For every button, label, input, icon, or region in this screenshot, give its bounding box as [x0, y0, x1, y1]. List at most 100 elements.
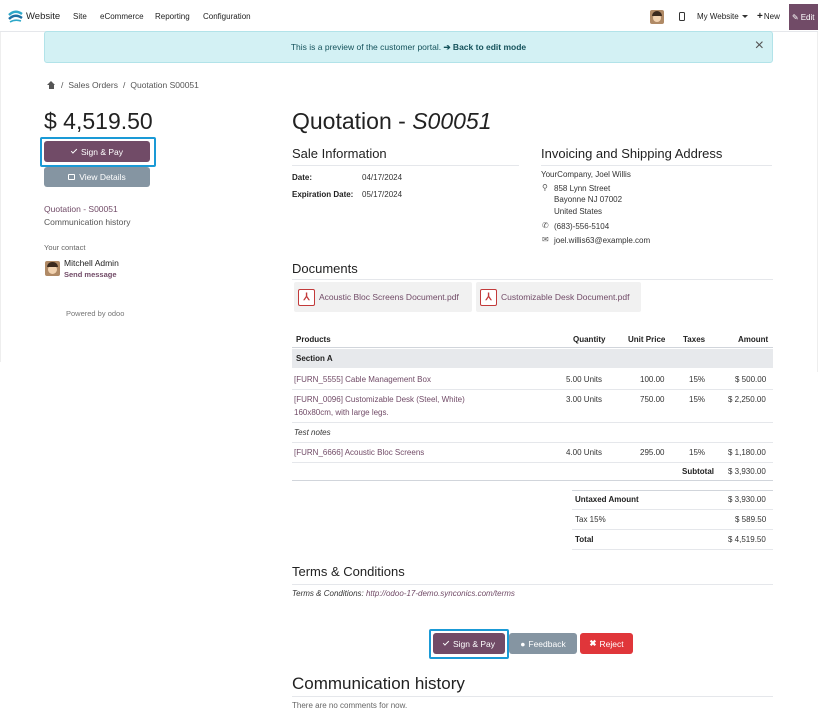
- sign-pay-button[interactable]: Sign & Pay: [433, 633, 505, 654]
- my-website-dropdown[interactable]: My Website: [697, 0, 748, 32]
- address-phone: (683)-556-5104: [554, 222, 610, 231]
- document-card[interactable]: ⅄ Acoustic Bloc Screens Document.pdf: [294, 282, 472, 312]
- nav-quotation-link[interactable]: Quotation - S00051: [44, 204, 118, 214]
- tax: 15%: [689, 375, 706, 384]
- tax-label: Tax 15%: [575, 515, 606, 524]
- banner-text: This is a preview of the customer portal…: [290, 42, 442, 52]
- terms-heading: Terms & Conditions: [292, 564, 405, 579]
- divider: [572, 529, 773, 530]
- edit-label: Edit: [800, 12, 815, 22]
- date-label: Date:: [292, 173, 313, 182]
- title-prefix: Quotation -: [292, 108, 413, 134]
- breadcrumb-sales-orders[interactable]: Sales Orders: [68, 80, 118, 90]
- menu-ecommerce[interactable]: eCommerce: [100, 0, 144, 32]
- page-title: Quotation - S00051: [292, 108, 492, 135]
- envelope-icon: ✉: [542, 235, 549, 244]
- check-icon: [70, 147, 78, 154]
- total-value: $ 4,519.50: [728, 535, 766, 544]
- divider: [572, 509, 773, 510]
- menu-site[interactable]: Site: [73, 0, 87, 32]
- documents-heading: Documents: [292, 261, 358, 276]
- expiration-label: Expiration Date:: [292, 190, 354, 199]
- document-card[interactable]: ⅄ Customizable Desk Document.pdf: [476, 282, 641, 312]
- address-email: joel.willis63@example.com: [554, 236, 651, 245]
- divider: [292, 696, 773, 697]
- table-row: [FURN_5555] Cable Management Box 5.00 Un…: [292, 369, 773, 390]
- edit-button[interactable]: ✎ Edit: [789, 4, 818, 30]
- contact-avatar: [45, 261, 60, 276]
- view-details-button[interactable]: View Details: [44, 167, 150, 187]
- powered-by[interactable]: Powered by odoo: [66, 309, 124, 318]
- terms-prefix: Terms & Conditions:: [292, 589, 364, 598]
- x-icon: ✖: [589, 638, 597, 648]
- contact-name: Mitchell Admin: [64, 258, 119, 268]
- comment-icon: ●: [520, 638, 526, 649]
- new-button[interactable]: + New: [757, 0, 780, 32]
- divider: [292, 584, 773, 585]
- title-ref: S00051: [412, 108, 492, 134]
- unit-price: 100.00: [640, 375, 665, 384]
- total-label: Total: [575, 535, 594, 544]
- breadcrumb: / Sales Orders / Quotation S00051: [47, 80, 199, 90]
- portal-preview-banner: This is a preview of the customer portal…: [44, 31, 773, 63]
- no-comments-text: There are no comments for now.: [292, 701, 408, 710]
- my-website-label: My Website: [697, 11, 739, 21]
- feedback-button[interactable]: ● Feedback: [509, 633, 577, 654]
- table-header: Products Quantity Unit Price Taxes Amoun…: [292, 330, 773, 348]
- caret-down-icon: [741, 14, 748, 18]
- website-app-icon[interactable]: [8, 10, 23, 23]
- col-taxes: Taxes: [683, 335, 706, 344]
- send-message-link[interactable]: Send message: [64, 270, 117, 279]
- sale-info-heading: Sale Information: [292, 146, 387, 161]
- view-details-label: View Details: [79, 172, 126, 182]
- document-name: Acoustic Bloc Screens Document.pdf: [319, 292, 459, 302]
- sign-pay-label: Sign & Pay: [452, 638, 496, 649]
- divider: [292, 279, 773, 280]
- terms-link[interactable]: http://odoo-17-demo.synconics.com/terms: [366, 589, 515, 598]
- address-city: Bayonne NJ 07002: [554, 195, 623, 204]
- print-icon: [68, 174, 76, 180]
- product-link[interactable]: [FURN_5555] Cable Management Box: [294, 375, 431, 384]
- reject-button[interactable]: ✖ Reject: [580, 633, 633, 654]
- col-products: Products: [296, 335, 331, 344]
- back-to-edit-link[interactable]: ➔ Back to edit mode: [443, 42, 526, 53]
- address-street: 858 Lynn Street: [554, 184, 611, 193]
- table-row: [FURN_0096] Customizable Desk (Steel, Wh…: [292, 390, 773, 423]
- date-value: 04/17/2024: [362, 173, 403, 182]
- new-label: New: [763, 11, 780, 21]
- document-name: Customizable Desk Document.pdf: [501, 292, 630, 302]
- pdf-icon: ⅄: [298, 288, 315, 306]
- top-navbar: Website Site eCommerce Reporting Configu…: [0, 0, 818, 32]
- menu-reporting[interactable]: Reporting: [155, 0, 190, 32]
- col-amount: Amount: [738, 335, 769, 344]
- note-text: Test notes: [294, 428, 331, 437]
- mobile-preview-icon[interactable]: [679, 12, 685, 21]
- note-row: Test notes: [292, 423, 773, 443]
- page-left-border: [0, 32, 1, 362]
- divider: [292, 165, 519, 166]
- nav-communication-link[interactable]: Communication history: [44, 217, 130, 227]
- menu-configuration[interactable]: Configuration: [203, 0, 251, 32]
- product-link[interactable]: [FURN_0096] Customizable Desk (Steel, Wh…: [294, 395, 465, 404]
- pencil-icon: ✎: [792, 12, 799, 22]
- amount: $ 500.00: [735, 375, 767, 384]
- tax-value: $ 589.50: [735, 515, 767, 524]
- address-country: United States: [554, 207, 603, 216]
- home-icon[interactable]: [47, 81, 56, 89]
- app-name[interactable]: Website: [26, 0, 60, 32]
- map-marker-icon: ⚲: [542, 183, 548, 192]
- col-quantity: Quantity: [573, 335, 606, 344]
- untaxed-label: Untaxed Amount: [575, 495, 639, 504]
- tax: 15%: [689, 395, 706, 404]
- table-row: [FURN_6666] Acoustic Bloc Screens 4.00 U…: [292, 443, 773, 463]
- close-icon[interactable]: ×: [755, 38, 764, 54]
- pdf-icon: ⅄: [480, 288, 497, 306]
- subtotal-row: Subtotal $ 3,930.00: [292, 463, 773, 481]
- product-link[interactable]: [FURN_6666] Acoustic Bloc Screens: [294, 448, 424, 457]
- sidebar-sign-pay-button[interactable]: Sign & Pay: [44, 141, 150, 162]
- breadcrumb-current: Quotation S00051: [130, 80, 199, 90]
- qty: 3.00 Units: [566, 395, 603, 404]
- user-avatar[interactable]: [650, 10, 664, 24]
- qty: 5.00 Units: [566, 375, 603, 384]
- col-unit-price: Unit Price: [628, 335, 666, 344]
